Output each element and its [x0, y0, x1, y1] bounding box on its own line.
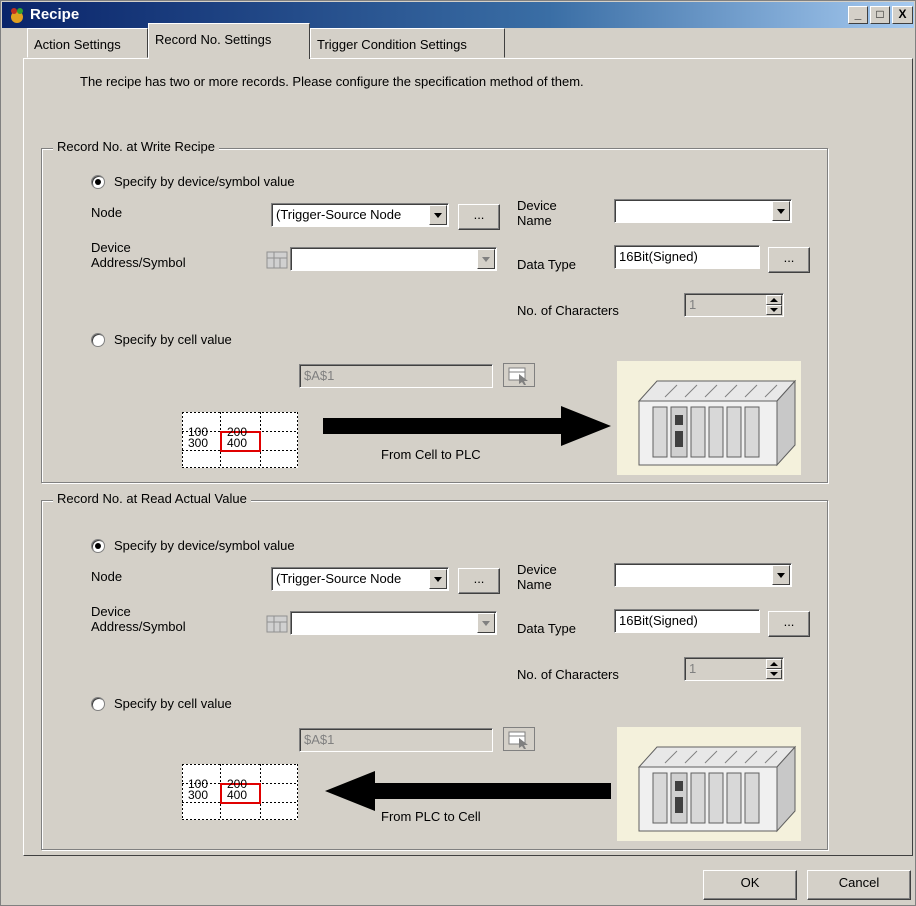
window-title: Recipe	[30, 6, 80, 23]
read-radio-cell-label: Specify by cell value	[114, 696, 232, 711]
write-cell-grid-illustration: 100 200 300 400	[182, 412, 298, 468]
write-data-type-label: Data Type	[517, 257, 577, 272]
cell-picker-icon[interactable]	[503, 363, 535, 387]
write-radio-device-label: Specify by device/symbol value	[114, 174, 295, 189]
tab-action-settings[interactable]: Action Settings	[27, 28, 148, 58]
close-button[interactable]: X	[892, 6, 913, 24]
read-cell-grid-illustration: 100 200 300 400	[182, 764, 298, 820]
write-data-type-button[interactable]: ...	[768, 247, 810, 273]
read-cell-field[interactable]: $A$1	[299, 728, 493, 752]
write-cell-field[interactable]: $A$1	[299, 364, 493, 388]
read-node-select[interactable]: (Trigger-Source Node	[271, 567, 449, 591]
grid-cell: 300	[188, 788, 209, 802]
spin-down-icon[interactable]	[766, 305, 782, 315]
write-radio-device[interactable]	[91, 175, 105, 189]
plc-illustration	[617, 361, 801, 475]
recipe-app-icon	[11, 8, 23, 23]
read-data-type-button[interactable]: ...	[768, 611, 810, 637]
intro-text: The recipe has two or more records. Plea…	[80, 74, 584, 89]
ok-button[interactable]: OK	[703, 870, 797, 900]
read-chars-stepper[interactable]: 1	[684, 657, 784, 681]
write-arrow-label: From Cell to PLC	[381, 447, 481, 462]
write-device-name-label: Device Name	[517, 198, 557, 228]
chevron-down-icon	[772, 565, 790, 585]
write-chars-label: No. of Characters	[517, 303, 619, 318]
write-radio-cell[interactable]	[91, 333, 105, 347]
tab-record-no-settings[interactable]: Record No. Settings	[148, 23, 310, 59]
spin-up-icon[interactable]	[766, 295, 782, 305]
read-address-field[interactable]	[290, 611, 497, 635]
title-bar: Recipe _ □ X	[2, 2, 914, 28]
write-node-label: Node	[91, 205, 123, 220]
write-node-select[interactable]: (Trigger-Source Node	[271, 203, 449, 227]
read-node-browse-button[interactable]: ...	[458, 568, 500, 594]
maximize-button[interactable]: □	[870, 6, 890, 24]
cancel-button[interactable]: Cancel	[807, 870, 911, 900]
arrow-right-icon	[323, 406, 611, 446]
read-data-type-field[interactable]: 16Bit(Signed)	[614, 609, 760, 633]
read-arrow-label: From PLC to Cell	[381, 809, 481, 824]
spin-down-icon[interactable]	[766, 669, 782, 679]
read-device-name-label: Device Name	[517, 562, 557, 592]
plc-illustration	[617, 727, 801, 841]
read-chars-label: No. of Characters	[517, 667, 619, 682]
arrow-left-icon	[325, 771, 611, 811]
grid-cell: 300	[188, 436, 209, 450]
write-radio-cell-label: Specify by cell value	[114, 332, 232, 347]
write-device-name-select[interactable]	[614, 199, 792, 223]
address-input-icon[interactable]	[266, 251, 288, 269]
chevron-down-icon	[429, 205, 447, 225]
address-input-icon[interactable]	[266, 615, 288, 633]
write-data-type-field[interactable]: 16Bit(Signed)	[614, 245, 760, 269]
read-radio-device[interactable]	[91, 539, 105, 553]
read-radio-cell[interactable]	[91, 697, 105, 711]
write-address-label: Device Address/Symbol	[91, 240, 186, 270]
read-device-name-select[interactable]	[614, 563, 792, 587]
write-node-browse-button[interactable]: ...	[458, 204, 500, 230]
read-group-label: Record No. at Read Actual Value	[53, 491, 251, 506]
minimize-button[interactable]: _	[848, 6, 868, 24]
write-address-field[interactable]	[290, 247, 497, 271]
write-group-label: Record No. at Write Recipe	[53, 139, 219, 154]
grid-cell: 400	[227, 436, 248, 450]
spin-up-icon[interactable]	[766, 659, 782, 669]
chevron-down-icon	[772, 201, 790, 221]
tab-trigger-condition-settings[interactable]: Trigger Condition Settings	[310, 28, 505, 58]
chevron-down-icon	[477, 613, 495, 633]
chevron-down-icon	[477, 249, 495, 269]
chevron-down-icon	[429, 569, 447, 589]
read-radio-device-label: Specify by device/symbol value	[114, 538, 295, 553]
write-chars-stepper[interactable]: 1	[684, 293, 784, 317]
grid-cell: 400	[227, 788, 248, 802]
read-data-type-label: Data Type	[517, 621, 577, 636]
read-address-label: Device Address/Symbol	[91, 604, 186, 634]
read-node-label: Node	[91, 569, 123, 584]
cell-picker-icon[interactable]	[503, 727, 535, 751]
recipe-dialog: Recipe _ □ X Action Settings Record No. …	[0, 0, 916, 906]
